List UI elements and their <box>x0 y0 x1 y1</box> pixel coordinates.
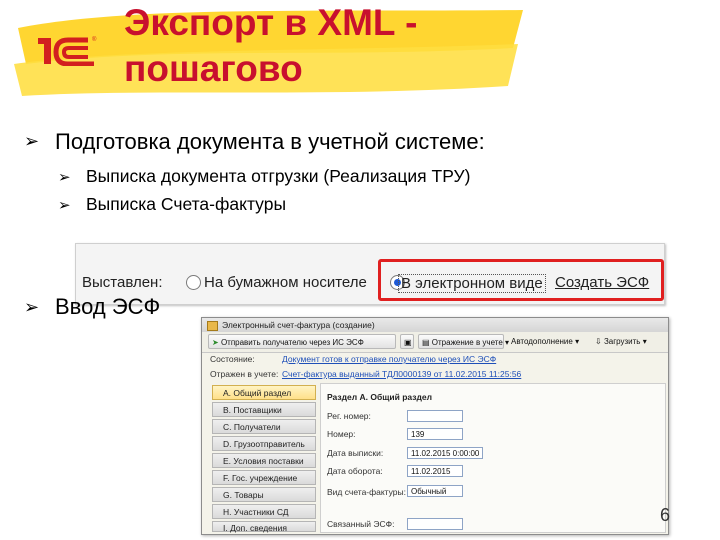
page-number: 6 <box>660 505 671 525</box>
state-label: Состояние: <box>210 354 255 364</box>
toolbar: ➤ Отправить получателю через ИС ЭСФ ▣ ▤ … <box>202 332 668 353</box>
send-button[interactable]: ➤ Отправить получателю через ИС ЭСФ <box>208 334 396 349</box>
section-g-tab[interactable]: G. Товары <box>212 487 316 502</box>
number-field[interactable]: 139 <box>407 428 463 440</box>
invoice-type-label: Вид счета-фактуры: <box>327 487 406 497</box>
sub-bullet-2-text: Выписка Счета-фактуры <box>86 194 287 214</box>
section-a-tab[interactable]: А. Общий раздел <box>212 385 316 400</box>
reg-number-label: Рег. номер: <box>327 411 371 421</box>
issued-label: Выставлен: <box>82 274 163 291</box>
autofill-button[interactable]: Автодополнение ▾ <box>508 334 588 349</box>
section-c-tab[interactable]: C. Получатели <box>212 419 316 434</box>
1c-logo: ® <box>38 36 97 66</box>
section-a-panel <box>320 383 666 533</box>
invoice-type-select[interactable]: Обычный <box>407 485 463 497</box>
slide-title: Экспорт в XML - пошагово <box>124 2 418 89</box>
reflected-label: Отражен в учете: <box>210 369 279 379</box>
linked-esf-label: Связанный ЭСФ: <box>327 519 395 529</box>
turnover-date-label: Дата оборота: <box>327 466 383 476</box>
paper-radio[interactable] <box>186 275 201 290</box>
section-f-tab[interactable]: F. Гос. учреждение <box>212 470 316 485</box>
bullet-arrow-icon: ➢ <box>24 131 40 151</box>
section-b-tab[interactable]: B. Поставщики <box>212 402 316 417</box>
bullet-1-text: Подготовка документа в учетной системе: <box>55 129 485 154</box>
save-icon[interactable]: ▣ <box>400 334 414 349</box>
paper-option-label[interactable]: На бумажном носителе <box>204 274 367 291</box>
issue-date-label: Дата выписки: <box>327 448 384 458</box>
create-esf-link[interactable]: Создать ЭСФ <box>555 274 649 291</box>
section-e-tab[interactable]: E. Условия поставки <box>212 453 316 468</box>
number-label: Номер: <box>327 429 356 439</box>
issue-date-field[interactable]: 11.02.2015 0:00:00 <box>407 447 483 459</box>
svg-text:®: ® <box>92 36 97 43</box>
electronic-option-label[interactable]: В электронном виде <box>398 274 546 293</box>
send-icon: ➤ <box>212 338 219 347</box>
panel-title: Раздел А. Общий раздел <box>327 392 432 402</box>
issued-options-strip: Выставлен: На бумажном носителе В электр… <box>75 243 665 305</box>
bullet-2-text: Ввод ЭСФ <box>55 294 161 319</box>
sub-bullet-1-text: Выписка документа отгрузки (Реализация Т… <box>86 166 471 186</box>
turnover-date-field[interactable]: 11.02.2015 <box>407 465 463 477</box>
state-value-link[interactable]: Документ готов к отправке получателю чер… <box>282 354 496 364</box>
section-d-tab[interactable]: D. Грузоотправитель <box>212 436 316 451</box>
window-title: Электронный счет-фактура (создание) <box>202 318 668 332</box>
reflection-button[interactable]: ▤ Отражение в учете ▾ <box>418 334 509 349</box>
section-i-tab[interactable]: I. Доп. сведения <box>212 521 316 533</box>
window-icon <box>207 321 218 331</box>
sub-bullet-arrow-icon: ➢ <box>58 197 71 214</box>
linked-esf-field[interactable] <box>407 518 463 530</box>
load-button[interactable]: ⇩ Загрузить ▾ <box>592 334 662 349</box>
section-h-tab[interactable]: H. Участники СД <box>212 504 316 519</box>
load-icon: ⇩ <box>595 337 602 346</box>
sub-bullet-arrow-icon: ➢ <box>58 169 71 186</box>
reflection-icon: ▤ <box>422 338 430 347</box>
bullet-arrow-icon: ➢ <box>24 297 40 317</box>
reg-number-field[interactable] <box>407 410 463 422</box>
reflected-value-link[interactable]: Счет-фактура выданный ТДЛ0000139 от 11.0… <box>282 369 521 379</box>
